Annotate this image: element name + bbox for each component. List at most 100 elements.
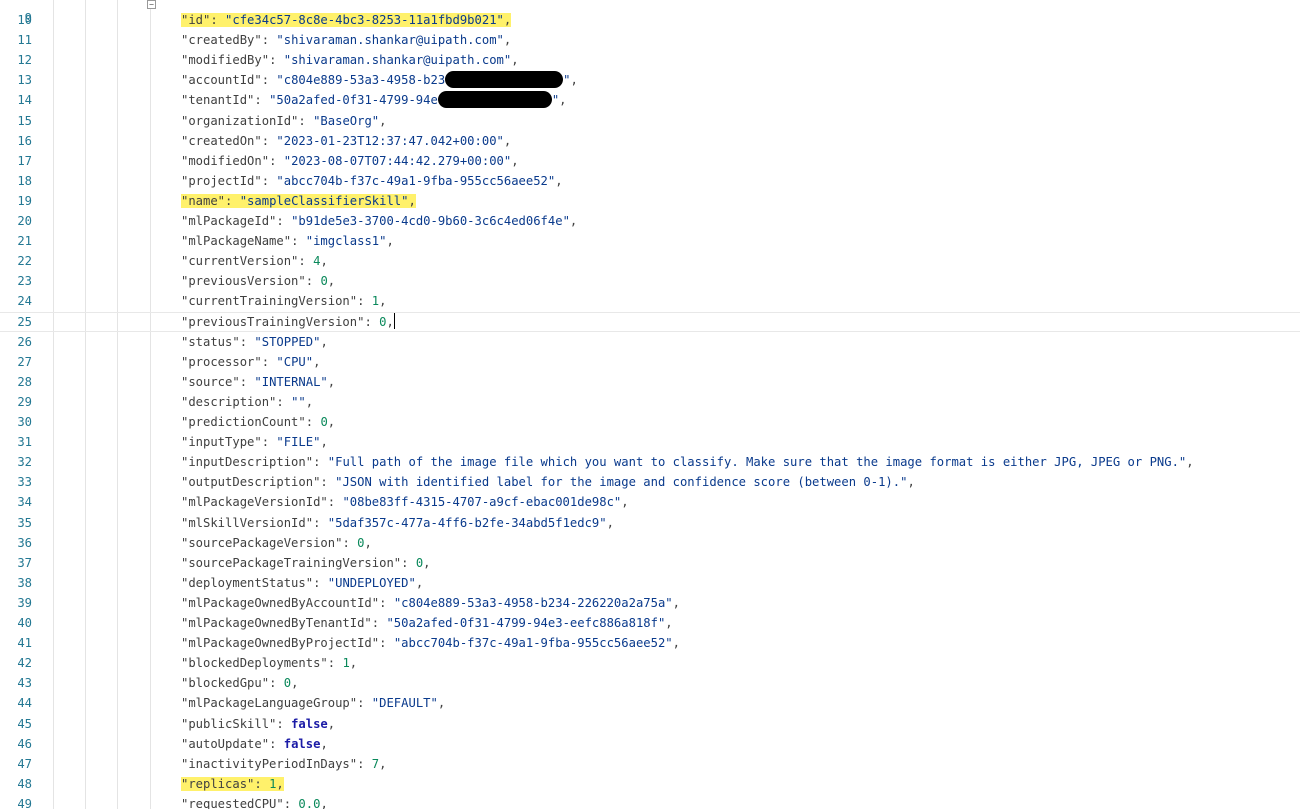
code-text[interactable]: "accountId": "c804e889-53a3-4958-b23 ", — [181, 70, 578, 90]
code-text[interactable]: "organizationId": "BaseOrg", — [181, 111, 386, 131]
code-text[interactable]: "tenantId": "50a2afed-0f31-4799-94e ", — [181, 90, 567, 110]
code-text[interactable]: "mlPackageOwnedByTenantId": "50a2afed-0f… — [181, 613, 673, 633]
code-line[interactable]: 19 "name": "sampleClassifierSkill", — [0, 191, 1300, 211]
code-line[interactable]: 14 "tenantId": "50a2afed-0f31-4799-94e ", — [0, 90, 1300, 110]
code-line[interactable]: 22 "currentVersion": 4, — [0, 251, 1300, 271]
code-line[interactable]: 37 "sourcePackageTrainingVersion": 0, — [0, 553, 1300, 573]
code-line[interactable]: 17 "modifiedOn": "2023-08-07T07:44:42.279… — [0, 151, 1300, 171]
code-text[interactable]: "previousVersion": 0, — [181, 271, 335, 291]
code-text[interactable]: "currentVersion": 4, — [181, 251, 328, 271]
line-number: 29 — [17, 394, 32, 409]
line-number: 10 — [17, 13, 32, 27]
code-line[interactable]: 28 "source": "INTERNAL", — [0, 372, 1300, 392]
json-value: "imgclass1" — [305, 234, 387, 249]
code-line[interactable]: 15 "organizationId": "BaseOrg", — [0, 111, 1300, 131]
code-text[interactable]: "currentTrainingVersion": 1, — [181, 291, 386, 311]
code-text[interactable]: "outputDescription": "JSON with identifi… — [181, 472, 915, 492]
code-text[interactable]: "createdBy": "shivaraman.shankar@uipath.… — [181, 30, 511, 50]
code-line[interactable]: 20 "mlPackageId": "b91de5e3-3700-4cd0-9b6… — [0, 211, 1300, 231]
code-line[interactable]: 12 "modifiedBy": "shivaraman.shankar@uipa… — [0, 50, 1300, 70]
code-line[interactable]: 47 "inactivityPeriodInDays": 7, — [0, 754, 1300, 774]
code-text[interactable]: "blockedDeployments": 1, — [181, 653, 357, 673]
code-line[interactable]: 35 "mlSkillVersionId": "5daf357c-477a-4ff… — [0, 513, 1300, 533]
code-text[interactable]: "source": "INTERNAL", — [181, 372, 335, 392]
code-text[interactable]: "inactivityPeriodInDays": 7, — [181, 754, 386, 774]
code-line[interactable]: 29 "description": "", — [0, 392, 1300, 412]
code-text[interactable]: "replicas": 1, — [181, 774, 284, 794]
json-key: "blockedGpu" — [181, 676, 270, 691]
line-number: 24 — [17, 294, 32, 309]
code-line[interactable]: 42 "blockedDeployments": 1, — [0, 653, 1300, 673]
code-line[interactable]: 36 "sourcePackageVersion": 0, — [0, 533, 1300, 553]
code-text[interactable]: "createdOn": "2023-01-23T12:37:47.042+00… — [181, 131, 511, 151]
code-line[interactable]: 25 "previousTrainingVersion": 0, — [0, 311, 1300, 332]
code-text[interactable]: "sourcePackageVersion": 0, — [181, 533, 372, 553]
code-text[interactable]: "sourcePackageTrainingVersion": 0, — [181, 553, 431, 573]
line-number: 49 — [17, 796, 32, 809]
code-line[interactable]: 10 "id": "cfe34c57-8c8e-4bc3-8253-11a1fbd… — [0, 10, 1300, 30]
code-text[interactable]: "modifiedOn": "2023-08-07T07:44:42.279+0… — [181, 151, 519, 171]
code-line[interactable]: 41 "mlPackageOwnedByProjectId": "abcc704b… — [0, 633, 1300, 653]
line-number: 21 — [17, 234, 32, 249]
line-number: 25 — [17, 314, 32, 329]
code-line[interactable]: 38 "deploymentStatus": "UNDEPLOYED", — [0, 573, 1300, 593]
code-line[interactable]: 13 "accountId": "c804e889-53a3-4958-b23 ", — [0, 70, 1300, 90]
code-line[interactable]: 49 "requestedCPU": 0.0, — [0, 794, 1300, 809]
code-text[interactable]: "mlPackageVersionId": "08be83ff-4315-470… — [181, 492, 629, 512]
json-value: 0 — [320, 415, 328, 429]
code-text[interactable]: "deploymentStatus": "UNDEPLOYED", — [181, 573, 423, 593]
code-line[interactable]: 46 "autoUpdate": false, — [0, 734, 1300, 754]
code-line[interactable]: 34 "mlPackageVersionId": "08be83ff-4315-4… — [0, 492, 1300, 512]
code-line[interactable]: 24 "currentTrainingVersion": 1, — [0, 291, 1300, 311]
fold-toggle-icon[interactable]: − — [147, 0, 156, 9]
line-number: 14 — [17, 93, 32, 108]
code-line[interactable]: 48 "replicas": 1, — [0, 774, 1300, 794]
json-editor[interactable]: 9 − 10 "id": "cfe34c57-8c8e-4bc3-8253-11a… — [0, 0, 1300, 809]
text-cursor — [393, 312, 395, 329]
code-line[interactable]: 32 "inputDescription": "Full path of the … — [0, 452, 1300, 472]
code-text[interactable]: "description": "", — [181, 392, 313, 412]
code-text[interactable]: "id": "cfe34c57-8c8e-4bc3-8253-11a1fbd9b… — [181, 10, 512, 30]
code-text[interactable]: "publicSkill": false, — [181, 714, 335, 734]
code-text[interactable]: "inputDescription": "Full path of the im… — [181, 452, 1194, 472]
code-line[interactable]: 23 "previousVersion": 0, — [0, 271, 1300, 291]
code-line[interactable]: 26 "status": "STOPPED", — [0, 332, 1300, 352]
line-number: 28 — [17, 374, 32, 389]
code-text[interactable]: "processor": "CPU", — [181, 352, 320, 372]
code-text[interactable]: "name": "sampleClassifierSkill", — [181, 191, 416, 211]
code-line[interactable]: 30 "predictionCount": 0, — [0, 412, 1300, 432]
json-key: "mlPackageLanguageGroup" — [181, 696, 358, 711]
json-value: "UNDEPLOYED" — [327, 575, 416, 590]
code-line[interactable]: 31 "inputType": "FILE", — [0, 432, 1300, 452]
code-line[interactable]: 27 "processor": "CPU", — [0, 352, 1300, 372]
code-line[interactable]: 43 "blockedGpu": 0, — [0, 673, 1300, 693]
code-line[interactable]: 21 "mlPackageName": "imgclass1", — [0, 231, 1300, 251]
code-line[interactable]: 18 "projectId": "abcc704b-f37c-49a1-9fba-… — [0, 171, 1300, 191]
code-text[interactable]: "inputType": "FILE", — [181, 432, 328, 452]
code-text[interactable]: "autoUpdate": false, — [181, 734, 328, 754]
code-text[interactable]: "mlSkillVersionId": "5daf357c-477a-4ff6-… — [181, 513, 614, 533]
code-text[interactable]: "modifiedBy": "shivaraman.shankar@uipath… — [181, 50, 519, 70]
code-text[interactable]: "previousTrainingVersion": 0, — [181, 312, 395, 331]
code-line[interactable]: 40 "mlPackageOwnedByTenantId": "50a2afed-… — [0, 613, 1300, 633]
highlight-mark: "replicas": 1, — [181, 776, 284, 791]
code-text[interactable]: "mlPackageLanguageGroup": "DEFAULT", — [181, 693, 445, 713]
code-line[interactable]: 45 "publicSkill": false, — [0, 714, 1300, 734]
code-text[interactable]: "mlPackageOwnedByProjectId": "abcc704b-f… — [181, 633, 680, 653]
code-text[interactable]: "mlPackageName": "imgclass1", — [181, 231, 394, 251]
code-text[interactable]: "mlPackageOwnedByAccountId": "c804e889-5… — [181, 593, 680, 613]
code-line[interactable]: 44 "mlPackageLanguageGroup": "DEFAULT", — [0, 693, 1300, 713]
code-text[interactable]: "blockedGpu": 0, — [181, 673, 298, 693]
json-value: "c804e889-53a3-4958-b234-226220a2a75a" — [393, 595, 673, 610]
code-text[interactable]: "requestedCPU": 0.0, — [181, 794, 328, 809]
code-line[interactable]: 39 "mlPackageOwnedByAccountId": "c804e889… — [0, 593, 1300, 613]
code-text[interactable]: "status": "STOPPED", — [181, 332, 328, 352]
code-text[interactable]: "projectId": "abcc704b-f37c-49a1-9fba-95… — [181, 171, 563, 191]
line-number: 42 — [17, 656, 32, 671]
code-text[interactable]: "predictionCount": 0, — [181, 412, 335, 432]
code-line[interactable]: 33 "outputDescription": "JSON with identi… — [0, 472, 1300, 492]
code-line[interactable]: 16 "createdOn": "2023-01-23T12:37:47.042+… — [0, 131, 1300, 151]
code-line[interactable]: 11 "createdBy": "shivaraman.shankar@uipat… — [0, 30, 1300, 50]
json-value: "abcc704b-f37c-49a1-9fba-955cc56aee52" — [276, 173, 556, 188]
code-text[interactable]: "mlPackageId": "b91de5e3-3700-4cd0-9b60-… — [181, 211, 577, 231]
